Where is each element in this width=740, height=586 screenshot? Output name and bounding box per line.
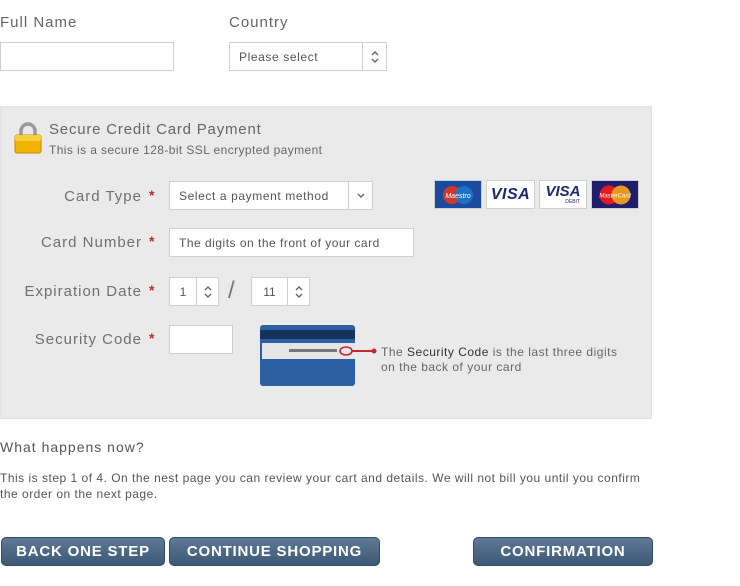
security-code-input[interactable] [169,325,233,354]
card-type-select-value: Select a payment method [179,188,329,203]
card-type-select[interactable]: Select a payment method [169,181,373,210]
expiration-date-label: Expiration Date [24,283,142,300]
info-title: What happens now? [0,439,145,455]
card-back-image [259,324,379,393]
updown-chevron-icon [196,278,218,305]
country-label: Country [229,14,289,31]
visa-debit-logo-subtext: DEBIT [565,199,580,205]
security-code-note: The Security Code is the last three digi… [381,345,618,374]
expiration-year-select[interactable]: 11 [251,277,310,306]
padlock-icon [13,121,43,160]
card-type-label: Card Type [64,188,142,205]
expiration-year-value: 11 [263,284,276,299]
visa-logo: VISA [486,180,535,209]
card-number-input[interactable]: The digits on the front of your card [169,228,414,257]
expiration-month-select[interactable]: 1 [169,277,219,306]
country-select[interactable]: Please select [229,42,387,71]
visa-debit-logo-text: VISA [545,183,581,200]
continue-shopping-button[interactable]: CONTINUE SHOPPING [169,537,380,566]
expiration-month-value: 1 [179,284,187,299]
updown-chevron-icon [287,278,309,305]
card-number-label: Card Number [40,234,142,251]
required-marker: * [149,233,155,249]
mastercard-logo: MasterCard [591,180,639,209]
country-select-value: Please select [239,49,319,64]
confirmation-button[interactable]: CONFIRMATION [473,537,653,566]
required-marker: * [149,282,155,298]
back-one-step-button[interactable]: BACK ONE STEP [1,537,165,566]
payment-title: Secure Credit Card Payment [49,121,262,138]
maestro-logo-text: Maestro [445,193,470,200]
chevron-down-icon [348,182,372,209]
security-code-label: Security Code [34,331,142,348]
info-body: This is step 1 of 4. On the nest page yo… [0,471,641,501]
required-marker: * [149,330,155,346]
required-marker: * [149,187,155,203]
date-separator: / [228,277,235,304]
payment-subtitle: This is a secure 128-bit SSL encrypted p… [49,143,323,157]
full-name-label: Full Name [0,14,78,31]
full-name-input[interactable] [0,42,174,71]
visa-logo-text: VISA [490,185,531,203]
visa-debit-logo: VISA DEBIT [539,180,587,209]
maestro-logo: Maestro [434,180,482,209]
card-number-placeholder: The digits on the front of your card [179,235,380,250]
updown-chevron-icon [362,43,386,70]
mastercard-logo-text: MasterCard [599,193,631,199]
